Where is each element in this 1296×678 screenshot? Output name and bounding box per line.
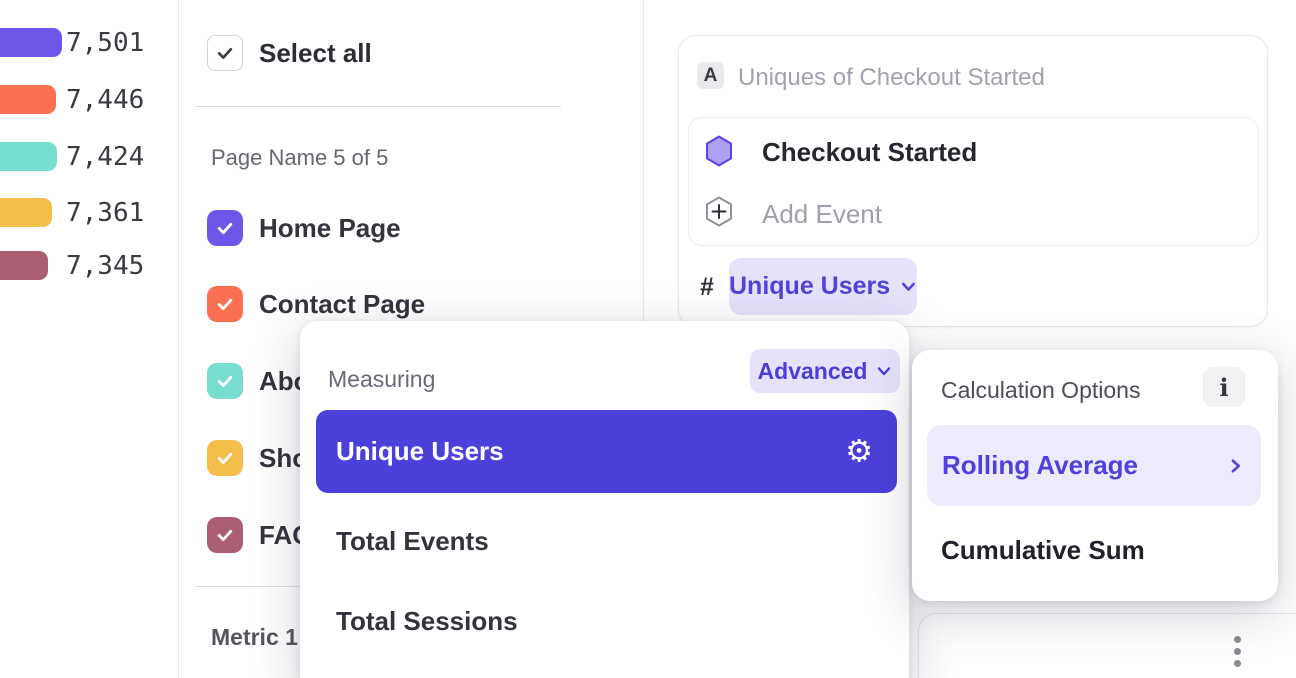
add-event-label[interactable]: Add Event bbox=[762, 199, 882, 230]
bar-value: 7,501 bbox=[66, 28, 144, 57]
check-icon bbox=[215, 43, 235, 63]
add-event-icon[interactable] bbox=[705, 196, 733, 227]
bar-value: 7,446 bbox=[66, 85, 144, 114]
menu-item-total-events[interactable]: Total Events bbox=[336, 526, 489, 557]
bar-value: 7,424 bbox=[66, 142, 144, 171]
bar-segment bbox=[0, 28, 62, 57]
menu-item-rolling-average[interactable]: Rolling Average bbox=[927, 425, 1261, 506]
checkbox-contact-page[interactable] bbox=[207, 286, 243, 322]
bar-segment bbox=[0, 85, 56, 114]
series-a-badge: A bbox=[697, 62, 724, 89]
advanced-dropdown[interactable]: Advanced bbox=[750, 349, 900, 393]
info-icon[interactable]: i bbox=[1203, 367, 1245, 407]
panel-divider-left bbox=[178, 0, 179, 678]
check-icon bbox=[215, 218, 235, 238]
chevron-down-icon bbox=[876, 363, 892, 379]
event-name[interactable]: Checkout Started bbox=[762, 137, 977, 168]
chevron-right-icon bbox=[1227, 457, 1244, 474]
bar-value: 7,361 bbox=[66, 198, 144, 227]
measuring-title: Measuring bbox=[328, 366, 435, 393]
bar-value: 7,345 bbox=[66, 251, 144, 280]
filter-item-label[interactable]: Home Page bbox=[259, 213, 401, 244]
kebab-dot bbox=[1234, 636, 1241, 643]
check-icon bbox=[215, 448, 235, 468]
checkbox-home-page[interactable] bbox=[207, 210, 243, 246]
select-all-label: Select all bbox=[259, 38, 372, 69]
measuring-menu: Measuring Advanced Unique Users ⚙ Total … bbox=[300, 321, 909, 678]
advanced-label: Advanced bbox=[758, 358, 868, 385]
metric-label[interactable]: Metric 1 bbox=[211, 624, 298, 651]
bar-segment bbox=[0, 251, 48, 280]
bar-segment bbox=[0, 198, 52, 227]
kebab-dot bbox=[1234, 660, 1241, 667]
menu-item-total-sessions[interactable]: Total Sessions bbox=[336, 606, 518, 637]
gear-icon[interactable]: ⚙ bbox=[845, 436, 873, 467]
menu-item-unique-users[interactable]: Unique Users ⚙ bbox=[316, 410, 897, 493]
calculation-options-menu: Calculation Options i Rolling Average Cu… bbox=[912, 350, 1278, 601]
checkbox-shop-page[interactable] bbox=[207, 440, 243, 476]
checkbox-about-page[interactable] bbox=[207, 363, 243, 399]
event-hexagon-icon bbox=[705, 135, 733, 167]
chevron-down-icon bbox=[900, 278, 917, 295]
measure-dropdown[interactable]: Unique Users bbox=[729, 258, 917, 315]
measure-value: Unique Users bbox=[729, 272, 890, 301]
checkbox-faq-page[interactable] bbox=[207, 517, 243, 553]
check-icon bbox=[215, 371, 235, 391]
select-all-checkbox[interactable] bbox=[207, 35, 243, 71]
bar-segment bbox=[0, 142, 57, 171]
calculation-options-title: Calculation Options bbox=[941, 377, 1140, 404]
kebab-menu-button[interactable] bbox=[1234, 636, 1241, 667]
series-name-input[interactable]: Uniques of Checkout Started bbox=[738, 64, 1045, 92]
menu-item-label: Rolling Average bbox=[942, 450, 1138, 481]
mixpanel-query-screen: 7,501 7,446 7,424 7,361 7,345 Select all… bbox=[0, 0, 1296, 678]
filter-item-label[interactable]: Contact Page bbox=[259, 289, 425, 320]
menu-item-cumulative-sum[interactable]: Cumulative Sum bbox=[941, 535, 1145, 566]
check-icon bbox=[215, 525, 235, 545]
menu-item-label: Unique Users bbox=[336, 436, 504, 467]
divider bbox=[195, 106, 561, 107]
measure-hash-symbol: # bbox=[700, 273, 714, 302]
group-label: Page Name 5 of 5 bbox=[211, 145, 388, 171]
check-icon bbox=[215, 294, 235, 314]
kebab-dot bbox=[1234, 648, 1241, 655]
